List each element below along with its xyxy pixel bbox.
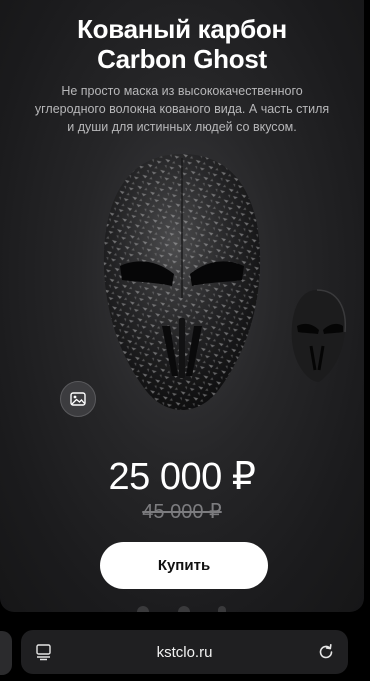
image-icon: [70, 392, 86, 406]
gallery-button[interactable]: [60, 381, 96, 417]
browser-address-bar[interactable]: kstclo.ru: [21, 630, 348, 674]
previous-tab-edge[interactable]: [0, 631, 12, 675]
product-title: Кованый карбон Carbon Ghost: [0, 14, 364, 74]
scroll-hint-dot: [137, 606, 149, 612]
product-description: Не просто маска из высококачественного у…: [34, 84, 330, 134]
tabs-icon[interactable]: [35, 643, 53, 661]
product-card: Кованый карбон Carbon Ghost Не просто ма…: [0, 0, 364, 612]
mask-side-image: [291, 289, 347, 382]
url-text[interactable]: kstclo.ru: [157, 644, 213, 661]
mask-front-image: [103, 154, 261, 410]
product-title-line-1: Кованый карбон: [77, 14, 287, 44]
current-price: 25 000 ₽: [108, 456, 256, 498]
scroll-hint-dot: [218, 606, 226, 612]
old-price: 45 000 ₽: [142, 501, 222, 523]
reload-icon[interactable]: [316, 642, 336, 662]
buy-button[interactable]: Купить: [100, 542, 268, 589]
scroll-hint-dot: [178, 606, 190, 612]
product-title-line-2: Carbon Ghost: [97, 44, 267, 74]
